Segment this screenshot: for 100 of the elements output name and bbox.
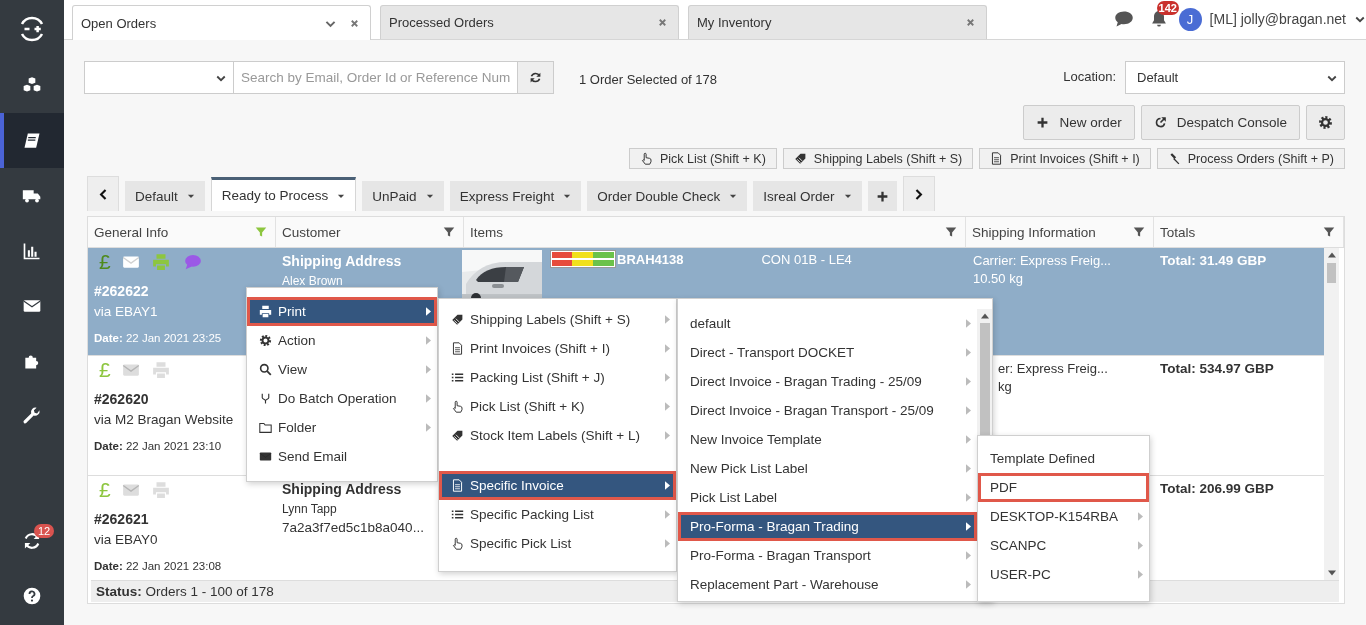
- close-icon[interactable]: [965, 17, 976, 28]
- refresh-button[interactable]: [518, 61, 554, 94]
- menu-item[interactable]: Pick List (Shift + K): [439, 392, 676, 421]
- column-header[interactable]: Totals: [1154, 217, 1344, 247]
- scrollbar[interactable]: [1324, 248, 1339, 580]
- shortcut-button[interactable]: Shipping Labels (Shift + S): [782, 148, 974, 169]
- menu-item[interactable]: Direct - Transport DOCKET: [678, 338, 977, 367]
- menu-item[interactable]: Pro-Forma - Bragan Trading: [678, 512, 977, 541]
- menu-item[interactable]: New Invoice Template: [678, 425, 977, 454]
- close-icon[interactable]: [349, 17, 360, 29]
- settings-icon: [1318, 115, 1333, 130]
- customer-reference: 7a2a3f7ed5c1b8a040...: [282, 520, 424, 535]
- submenu-arrow-icon: [1138, 541, 1143, 550]
- menu-item[interactable]: Specific Invoice: [439, 471, 676, 500]
- submenu-arrow-icon: [426, 394, 431, 403]
- document-icon: [451, 479, 464, 492]
- shortcut-button[interactable]: Print Invoices (Shift + I): [979, 148, 1151, 169]
- search-icon: [259, 363, 272, 376]
- order-number[interactable]: #262620: [94, 391, 149, 407]
- menu-item[interactable]: PDF: [978, 473, 1149, 502]
- wrench-icon[interactable]: [22, 405, 42, 426]
- selection-info: 1 Order Selected of 178: [579, 72, 718, 87]
- window-tab[interactable]: Open Orders: [72, 5, 371, 40]
- search-field[interactable]: Search by Email, Order Id or Reference Num: [234, 61, 518, 94]
- tab-label[interactable]: Open Orders: [81, 15, 324, 31]
- add-tab-button[interactable]: [867, 181, 897, 211]
- scroll-up-icon[interactable]: [980, 313, 989, 319]
- submenu-arrow-icon: [966, 493, 971, 502]
- tab-label[interactable]: My Inventory: [697, 15, 965, 30]
- window-tab[interactable]: My Inventory: [688, 5, 987, 39]
- menu-item[interactable]: Packing List (Shift + J): [439, 363, 676, 392]
- menu-item[interactable]: Print: [247, 297, 437, 326]
- gear-icon: [259, 334, 272, 347]
- menu-item[interactable]: Template Defined: [978, 444, 1149, 473]
- view-tab[interactable]: Ready to Process: [210, 177, 357, 211]
- help-icon[interactable]: [22, 585, 42, 606]
- menu-item[interactable]: Shipping Labels (Shift + S): [439, 305, 676, 334]
- sidebar-item[interactable]: [0, 113, 64, 168]
- filter-icon[interactable]: [443, 226, 455, 238]
- view-tab[interactable]: Express Freight: [449, 181, 582, 211]
- menu-item[interactable]: Pick List Label: [678, 483, 977, 512]
- location-select[interactable]: Default: [1125, 61, 1345, 94]
- filter-icon[interactable]: [945, 226, 957, 238]
- submenu-arrow-icon: [665, 315, 670, 324]
- column-header[interactable]: General Info: [88, 217, 276, 247]
- submenu-arrow-icon: [426, 365, 431, 374]
- menu-item[interactable]: Folder: [247, 413, 437, 442]
- column-header[interactable]: Customer: [276, 217, 464, 247]
- menu-item[interactable]: SCANPC: [978, 531, 1149, 560]
- submenu-arrow-icon: [1138, 512, 1143, 521]
- menu-item[interactable]: Direct Invoice - Bragan Trading - 25/09: [678, 367, 977, 396]
- view-tab[interactable]: Isreal Order: [753, 181, 862, 211]
- menu-item[interactable]: default: [678, 309, 977, 338]
- count-badge: 12: [34, 524, 55, 538]
- submenu-arrow-icon: [1138, 570, 1143, 579]
- shortcut-button[interactable]: Process Orders (Shift + P): [1156, 148, 1345, 169]
- menu-item[interactable]: DESKTOP-K154RBA: [978, 502, 1149, 531]
- window-tab[interactable]: Processed Orders: [380, 5, 679, 39]
- menu-item[interactable]: Print Invoices (Shift + I): [439, 334, 676, 363]
- scroll-down-icon[interactable]: [1327, 570, 1336, 576]
- submenu-arrow-icon: [426, 336, 431, 345]
- chat-icon[interactable]: [1112, 9, 1135, 29]
- close-icon[interactable]: [657, 17, 668, 28]
- menu-item[interactable]: Action: [247, 326, 437, 355]
- envelope-icon: [259, 450, 272, 463]
- menu-item[interactable]: Specific Packing List: [439, 500, 676, 529]
- envelope-icon: [120, 481, 141, 499]
- scroll-thumb[interactable]: [1327, 263, 1336, 283]
- previous-button[interactable]: [87, 176, 119, 211]
- shortcut-button[interactable]: Pick List (Shift + K): [628, 148, 777, 169]
- menu-item[interactable]: Specific Pick List: [439, 529, 676, 558]
- menu-item[interactable]: Direct Invoice - Bragan Transport - 25/09: [678, 396, 977, 425]
- tab-label[interactable]: Processed Orders: [389, 15, 657, 30]
- view-tab[interactable]: UnPaid: [362, 181, 444, 211]
- next-button[interactable]: [902, 176, 935, 211]
- user-name[interactable]: [ML] jolly@bragan.net: [1209, 11, 1346, 27]
- filter-icon[interactable]: [1133, 226, 1145, 238]
- menu-item[interactable]: Stock Item Labels (Shift + L): [439, 421, 676, 450]
- menu-item[interactable]: Do Batch Operation: [247, 384, 437, 413]
- despatch-console-button[interactable]: Despatch Console: [1140, 105, 1300, 140]
- avatar[interactable]: J: [1178, 7, 1202, 31]
- new-order-button[interactable]: New order: [1023, 105, 1135, 140]
- shipping-text: Carrier: Express Freig...: [973, 253, 1111, 268]
- filter-icon[interactable]: [1323, 226, 1335, 238]
- settings-button[interactable]: [1306, 105, 1345, 140]
- menu-item[interactable]: View: [247, 355, 437, 384]
- view-tab[interactable]: Order Double Check: [587, 181, 748, 211]
- menu-item[interactable]: Send Email: [247, 442, 437, 471]
- column-header[interactable]: Items: [464, 217, 966, 247]
- column-header[interactable]: Shipping Information: [966, 217, 1154, 247]
- printer-icon: [259, 305, 272, 318]
- refresh-icon: [529, 71, 542, 84]
- menu-item[interactable]: New Pick List Label: [678, 454, 977, 483]
- submenu-arrow-icon: [665, 539, 670, 548]
- envelope-icon: [120, 361, 141, 379]
- scroll-up-icon[interactable]: [1327, 252, 1336, 258]
- menu-item[interactable]: Pro-Forma - Bragan Transport: [678, 541, 977, 570]
- view-tab[interactable]: Default: [125, 181, 205, 211]
- address-title: Shipping Address: [282, 481, 402, 497]
- order-number[interactable]: #262621: [94, 511, 149, 527]
